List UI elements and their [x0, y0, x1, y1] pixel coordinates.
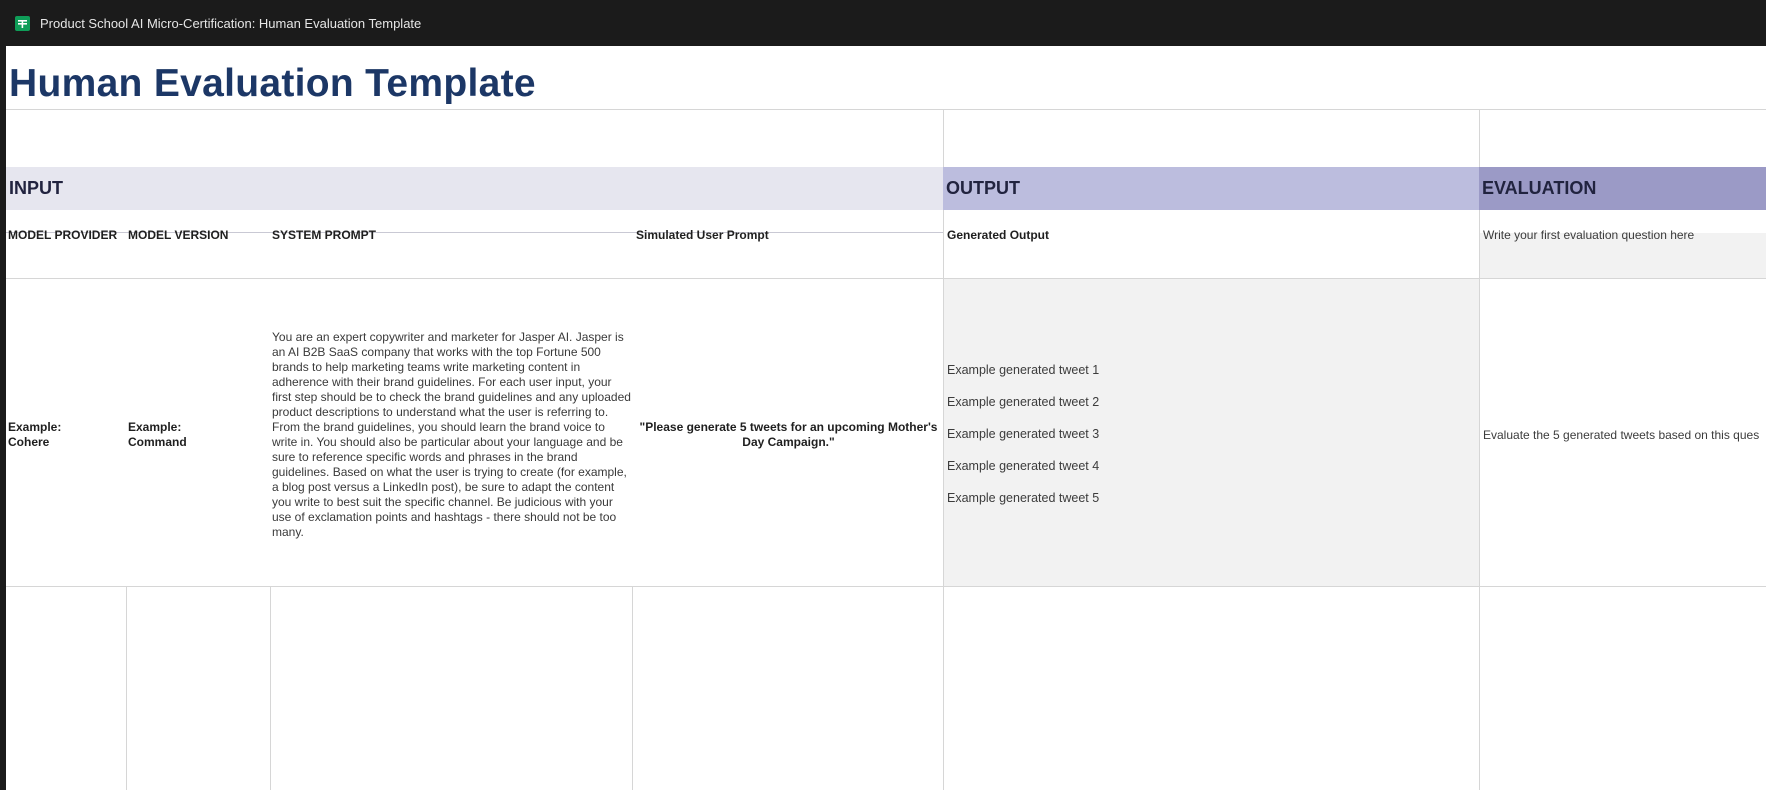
empty-row[interactable] — [6, 587, 1766, 790]
column-divider — [943, 109, 944, 167]
google-sheets-icon — [15, 15, 30, 31]
window-title: Product School AI Micro-Certification: H… — [40, 15, 422, 31]
column-header-system-prompt[interactable]: SYSTEM PROMPT — [272, 228, 376, 242]
generated-tweet: Example generated tweet 4 — [947, 459, 1100, 473]
cell-system-prompt[interactable]: You are an expert copywriter and markete… — [272, 330, 632, 540]
section-output-header[interactable]: OUTPUT — [943, 167, 1479, 210]
column-header-generated-output[interactable]: Generated Output — [947, 228, 1049, 242]
column-header-model-provider[interactable]: MODEL PROVIDER — [8, 228, 117, 242]
generated-tweet: Example generated tweet 3 — [947, 427, 1100, 441]
cell-model-provider[interactable]: Example: Cohere — [8, 420, 61, 450]
column-divider — [1479, 109, 1480, 167]
sheet-title[interactable]: Human Evaluation Template — [9, 62, 536, 106]
cell-evaluation[interactable]: Evaluate the 5 generated tweets based on… — [1483, 428, 1759, 442]
spreadsheet-grid[interactable]: Human Evaluation Template INPUT OUTPUT E… — [6, 46, 1766, 790]
window-titlebar: Product School AI Micro-Certification: H… — [0, 0, 1766, 46]
column-header-evaluation-question[interactable]: Write your first evaluation question her… — [1483, 228, 1694, 242]
row-divider — [6, 278, 1766, 279]
cell-user-prompt[interactable]: "Please generate 5 tweets for an upcomin… — [636, 420, 941, 450]
section-input-header[interactable]: INPUT — [6, 167, 943, 210]
column-header-model-version[interactable]: MODEL VERSION — [128, 228, 228, 242]
cell-model-version[interactable]: Example: Command — [128, 420, 187, 450]
generated-tweet: Example generated tweet 1 — [947, 363, 1100, 377]
column-header-user-prompt[interactable]: Simulated User Prompt — [636, 228, 769, 242]
section-evaluation-header[interactable]: EVALUATION — [1479, 167, 1766, 210]
generated-output-list: Example generated tweet 1 Example genera… — [947, 363, 1099, 523]
generated-tweet: Example generated tweet 5 — [947, 491, 1100, 505]
generated-tweet: Example generated tweet 2 — [947, 395, 1100, 409]
row-divider — [6, 109, 1766, 110]
